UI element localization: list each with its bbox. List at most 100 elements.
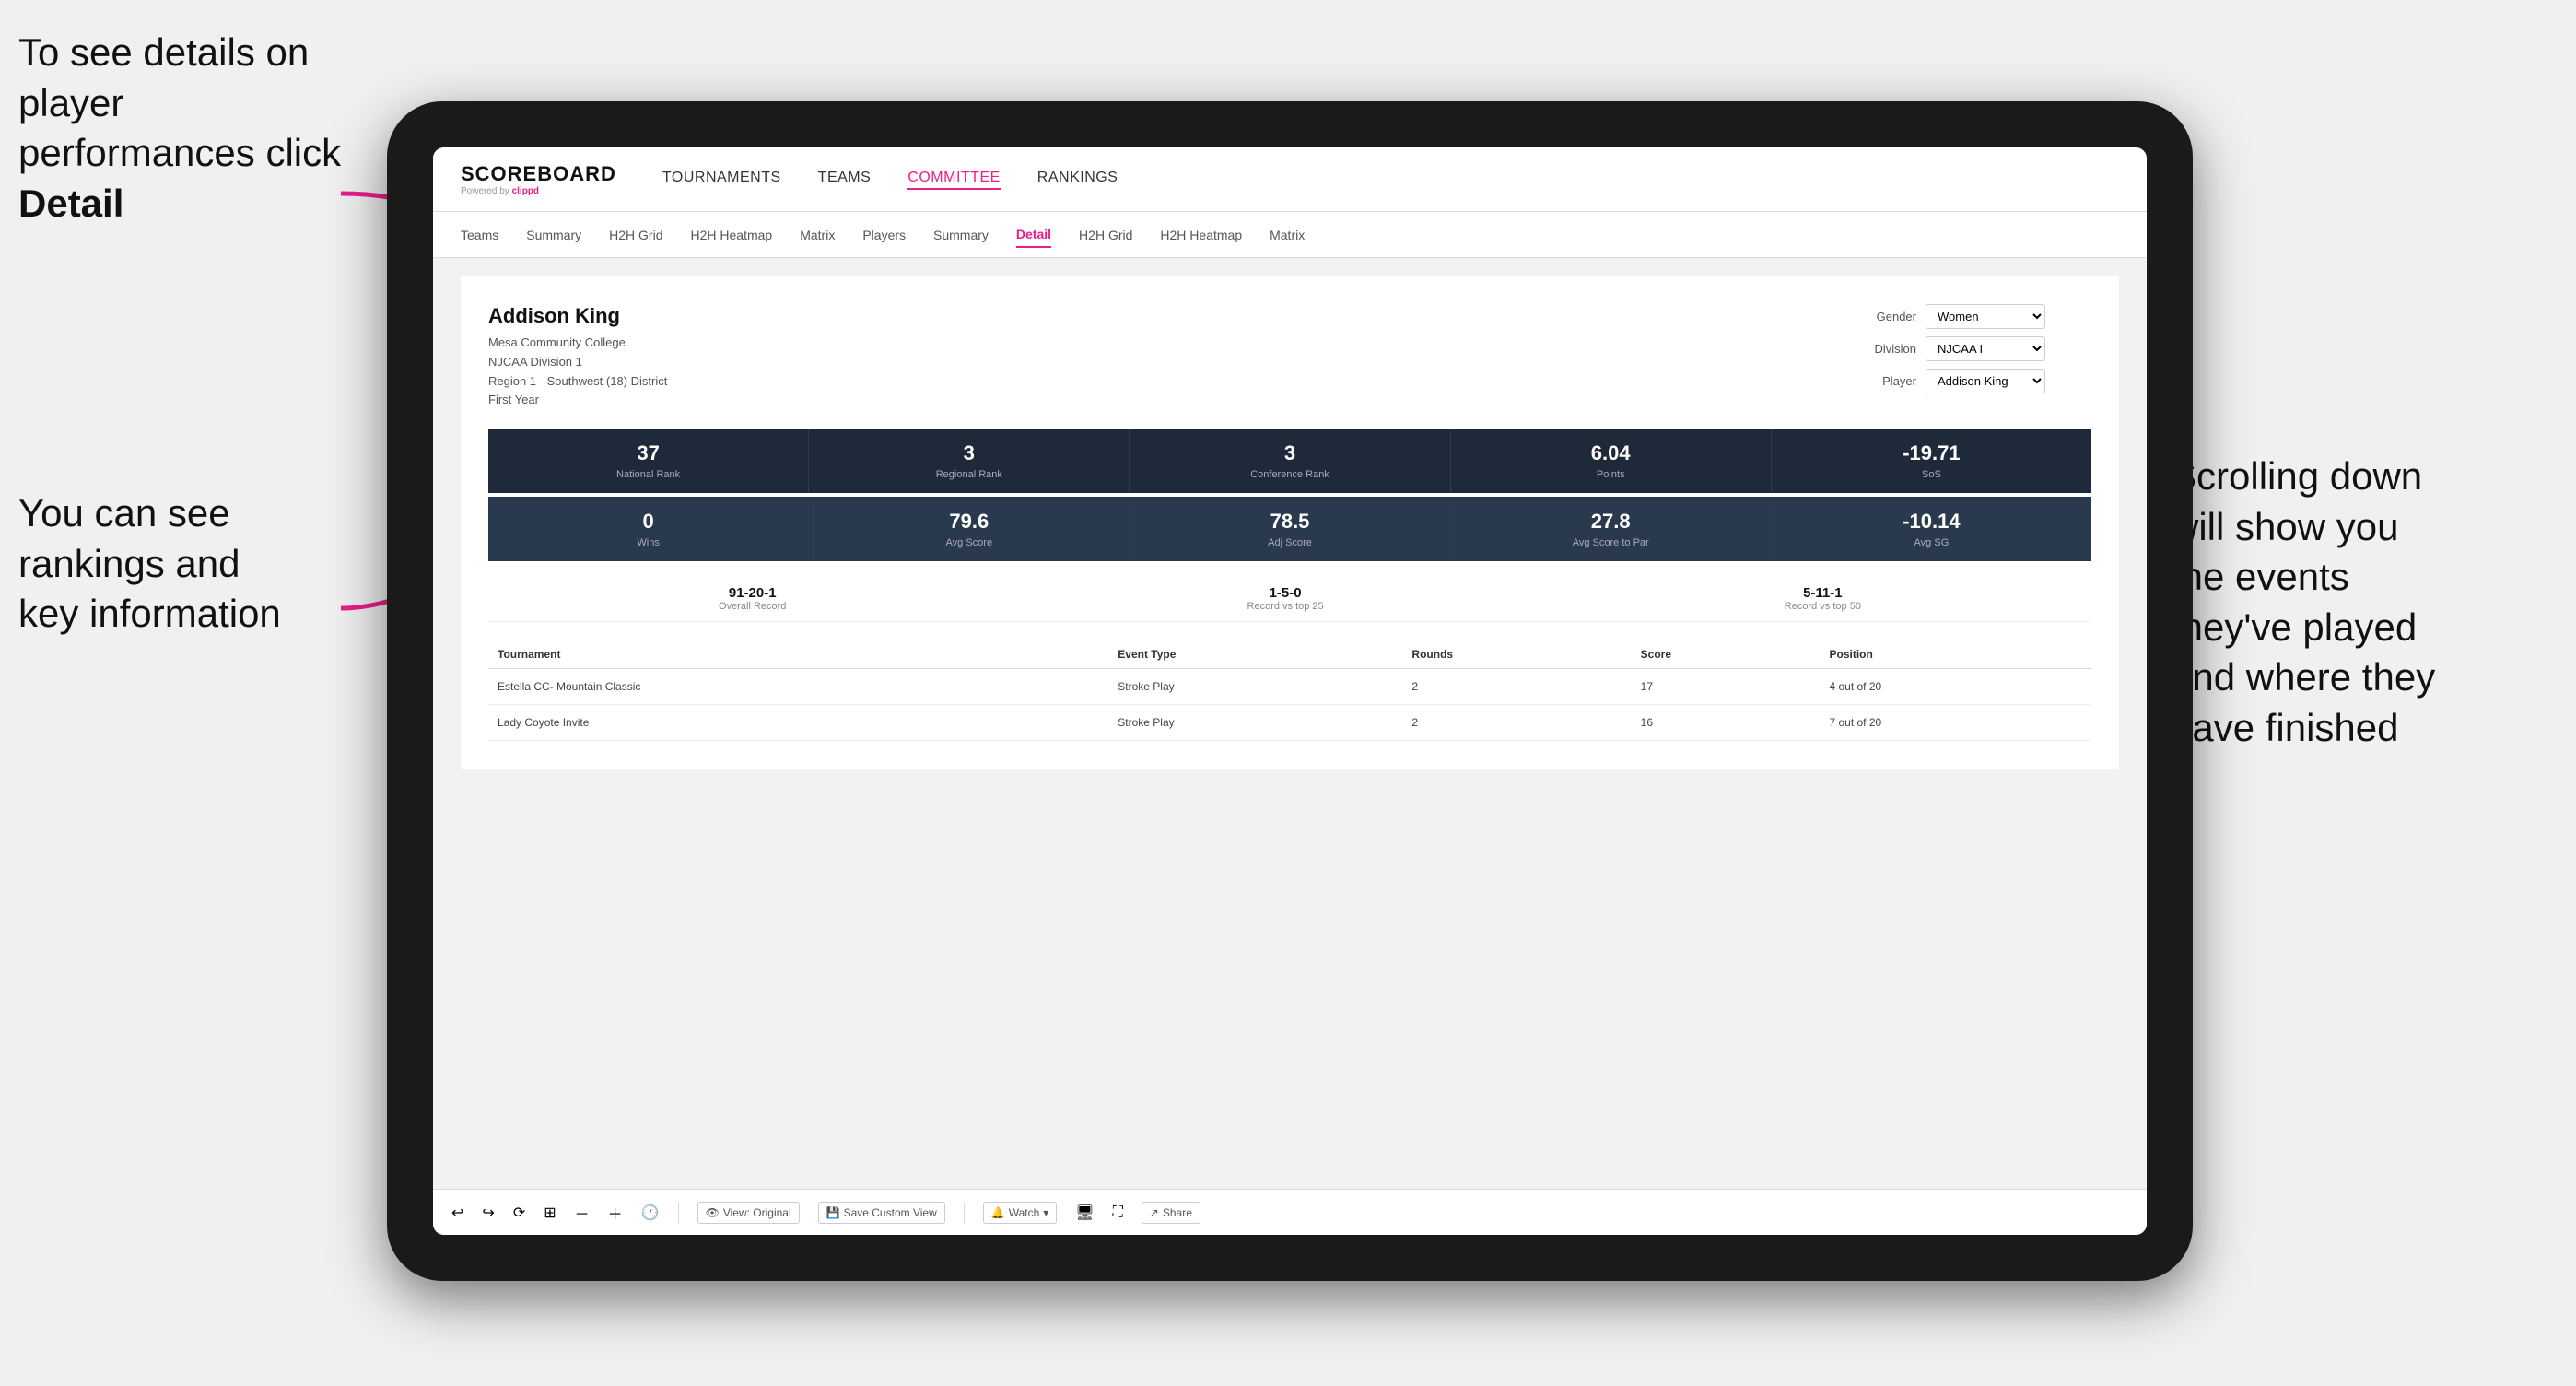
toolbar-redo-icon[interactable]: ↪ (482, 1204, 494, 1222)
table-cell-rounds: 2 (1402, 705, 1631, 741)
stat-cell-regional-rank: 3Regional Rank (809, 429, 1130, 493)
toolbar-monitor-icon[interactable]: 🖥 (1075, 1204, 1094, 1222)
table-cell-score: 16 (1632, 705, 1821, 741)
record-item: 1-5-0Record vs top 25 (1247, 585, 1324, 612)
table-cell-score: 17 (1632, 669, 1821, 705)
toolbar-plus-icon[interactable]: ＋ (608, 1202, 623, 1224)
tournaments-table: TournamentEvent TypeRoundsScorePosition … (488, 640, 2091, 741)
logo-area: SCOREBOARD Powered by clippd (461, 162, 616, 196)
share-button[interactable]: ↗ Share (1142, 1202, 1200, 1224)
gender-select[interactable]: Women (1926, 304, 2045, 329)
nav-teams[interactable]: TEAMS (818, 170, 872, 190)
tab-detail[interactable]: Detail (1016, 222, 1051, 248)
table-row[interactable]: Estella CC- Mountain ClassicStroke Play2… (488, 669, 2091, 705)
col-header-tournament: Tournament (488, 640, 1108, 669)
col-header-position: Position (1820, 640, 2091, 669)
table-row[interactable]: Lady Coyote InviteStroke Play2167 out of… (488, 705, 2091, 741)
logo-scoreboard: SCOREBOARD (461, 162, 616, 186)
stat-cell-avg-score-to-par: 27.8Avg Score to Par (1451, 497, 1772, 561)
watch-button[interactable]: 🔔 Watch ▾ (983, 1202, 1058, 1224)
annotation-bottom-left: You can see rankings and key information (18, 488, 369, 640)
tab-h2h-grid[interactable]: H2H Grid (609, 223, 662, 247)
stat-cell-sos: -19.71SoS (1772, 429, 2091, 493)
gender-label: Gender (1861, 310, 1916, 323)
player-region: Region 1 - Southwest (18) District (488, 372, 667, 392)
table-header-row: TournamentEvent TypeRoundsScorePosition (488, 640, 2091, 669)
bottom-toolbar: ↩ ↪ ⟳ ⊞ － ＋ 🕐 👁 View: Original 💾 Save Cu… (433, 1189, 2147, 1235)
table-cell-event-type: Stroke Play (1108, 705, 1402, 741)
toolbar-sep1 (678, 1202, 679, 1224)
tab-summary[interactable]: Summary (526, 223, 581, 247)
division-selector-row: Division NJCAA I (1861, 336, 2091, 361)
col-header-score: Score (1632, 640, 1821, 669)
nav-committee[interactable]: COMMITTEE (907, 170, 1001, 190)
gender-selector-row: Gender Women (1861, 304, 2091, 329)
player-division: NJCAA Division 1 (488, 353, 667, 372)
toolbar-clock-icon[interactable]: 🕐 (641, 1204, 660, 1222)
tablet-screen: SCOREBOARD Powered by clippd TOURNAMENTS… (433, 147, 2147, 1235)
record-item: 5-11-1Record vs top 50 (1785, 585, 1861, 612)
nav-tournaments[interactable]: TOURNAMENTS (662, 170, 781, 190)
division-select[interactable]: NJCAA I (1926, 336, 2045, 361)
player-selectors: Gender Women Division NJCAA I (1861, 304, 2091, 393)
stat-cell-wins: 0Wins (488, 497, 809, 561)
sub-nav: Teams Summary H2H Grid H2H Heatmap Matri… (433, 212, 2147, 258)
records-row: 91-20-1Overall Record 1-5-0Record vs top … (488, 576, 2091, 622)
toolbar-expand-icon[interactable]: ⛶ (1113, 1204, 1123, 1221)
toolbar-minus-icon[interactable]: － (575, 1202, 590, 1224)
division-label: Division (1861, 342, 1916, 356)
view-icon: 👁 (706, 1206, 720, 1219)
stats-row-1: 37National Rank3Regional Rank3Conference… (488, 429, 2091, 493)
share-icon: ↗ (1150, 1206, 1159, 1219)
stat-cell-avg-sg: -10.14Avg SG (1772, 497, 2091, 561)
watch-icon: 🔔 (991, 1206, 1005, 1219)
logo-powered: Powered by clippd (461, 186, 616, 196)
app-container: SCOREBOARD Powered by clippd TOURNAMENTS… (433, 147, 2147, 1235)
tablet-device: SCOREBOARD Powered by clippd TOURNAMENTS… (387, 101, 2193, 1281)
top-nav-links: TOURNAMENTS TEAMS COMMITTEE RANKINGS (662, 170, 2119, 190)
table-cell-position: 4 out of 20 (1820, 669, 2091, 705)
tab-players[interactable]: Players (862, 223, 906, 247)
col-header-event-type: Event Type (1108, 640, 1402, 669)
tab-matrix[interactable]: Matrix (800, 223, 835, 247)
toolbar-undo-icon[interactable]: ↩ (451, 1204, 463, 1222)
player-select[interactable]: Addison King (1926, 369, 2045, 393)
tab-h2h-grid2[interactable]: H2H Grid (1079, 223, 1132, 247)
table-cell-position: 7 out of 20 (1820, 705, 2091, 741)
view-original-button[interactable]: 👁 View: Original (697, 1202, 800, 1224)
tab-summary2[interactable]: Summary (933, 223, 989, 247)
toolbar-refresh-icon[interactable]: ⟳ (513, 1204, 525, 1222)
save-icon: 💾 (826, 1206, 840, 1219)
col-header-rounds: Rounds (1402, 640, 1631, 669)
player-header: Addison King Mesa Community College NJCA… (488, 304, 2091, 410)
stat-cell-conference-rank: 3Conference Rank (1130, 429, 1450, 493)
toolbar-grid-icon[interactable]: ⊞ (544, 1204, 556, 1222)
table-cell-event-type: Stroke Play (1108, 669, 1402, 705)
toolbar-sep2 (964, 1202, 965, 1224)
stat-cell-avg-score: 79.6Avg Score (809, 497, 1130, 561)
player-year: First Year (488, 391, 667, 410)
player-school: Mesa Community College (488, 334, 667, 353)
table-cell-tournament: Estella CC- Mountain Classic (488, 669, 1108, 705)
save-custom-button[interactable]: 💾 Save Custom View (818, 1202, 945, 1224)
stats-row-2: 0Wins79.6Avg Score78.5Adj Score27.8Avg S… (488, 497, 2091, 561)
content-inner: Addison King Mesa Community College NJCA… (461, 276, 2119, 769)
annotation-top-left: To see details on player performances cl… (18, 28, 369, 229)
record-item: 91-20-1Overall Record (719, 585, 786, 612)
player-name: Addison King (488, 304, 667, 328)
stat-cell-adj-score: 78.5Adj Score (1130, 497, 1450, 561)
table-cell-tournament: Lady Coyote Invite (488, 705, 1108, 741)
content-area[interactable]: Addison King Mesa Community College NJCA… (433, 258, 2147, 1189)
player-info: Addison King Mesa Community College NJCA… (488, 304, 667, 410)
stat-cell-national-rank: 37National Rank (488, 429, 809, 493)
player-selector-row: Player Addison King (1861, 369, 2091, 393)
table-cell-rounds: 2 (1402, 669, 1631, 705)
tab-h2h-heatmap2[interactable]: H2H Heatmap (1160, 223, 1242, 247)
tab-teams[interactable]: Teams (461, 223, 498, 247)
tab-h2h-heatmap[interactable]: H2H Heatmap (691, 223, 773, 247)
tab-matrix2[interactable]: Matrix (1270, 223, 1305, 247)
top-nav: SCOREBOARD Powered by clippd TOURNAMENTS… (433, 147, 2147, 212)
stat-cell-points: 6.04Points (1451, 429, 1772, 493)
nav-rankings[interactable]: RANKINGS (1037, 170, 1118, 190)
annotation-right: Scrolling down will show you the events … (2171, 452, 2558, 754)
